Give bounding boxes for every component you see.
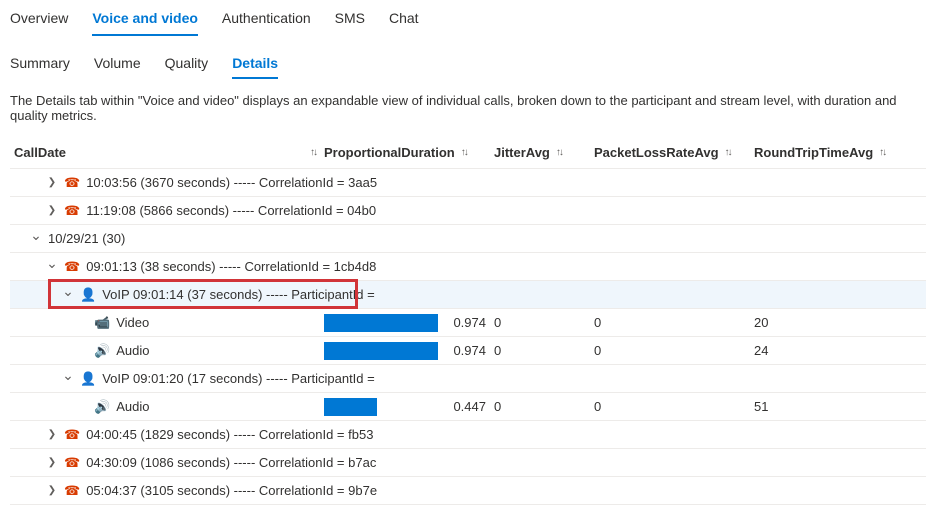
bar-fill [324, 398, 377, 416]
row-label: 04:30:09 (1086 seconds) ----- Correlatio… [86, 455, 376, 470]
row-label: Audio [116, 399, 149, 414]
bar-value: 0.447 [453, 399, 486, 414]
bar-value: 0.974 [453, 315, 486, 330]
cell-jitter: 0 [490, 311, 590, 334]
bar-fill [324, 314, 438, 332]
cell-packetloss: 0 [590, 395, 750, 418]
calls-table: CallDate ↑↓ ProportionalDuration ↑↓ Jitt… [0, 137, 936, 505]
row-label: 05:04:37 (3105 seconds) ----- Correlatio… [86, 483, 377, 498]
table-row-highlighted[interactable]: 👤 VoIP 09:01:14 (37 seconds) ----- Parti… [10, 281, 926, 309]
table-row[interactable]: 10/29/21 (30) [10, 225, 926, 253]
video-icon: 📹 [94, 315, 110, 331]
person-icon: 👤 [80, 287, 96, 303]
tab-sms[interactable]: SMS [335, 4, 365, 36]
col-rtt-label: RoundTripTimeAvg [754, 145, 873, 160]
table-row[interactable]: 📹 Video 0.974 0 0 20 [10, 309, 926, 337]
cell-rtt: 51 [750, 395, 910, 418]
table-row[interactable]: 👤 VoIP 09:01:20 (17 seconds) ----- Parti… [10, 365, 926, 393]
col-jitter-label: JitterAvg [494, 145, 550, 160]
cell-rtt: 24 [750, 339, 910, 362]
row-label: 10/29/21 (30) [48, 231, 125, 246]
audio-icon: 🔊 [94, 399, 110, 415]
cell-propduration: 0.974 [320, 338, 490, 364]
row-label: 10:03:56 (3670 seconds) ----- Correlatio… [86, 175, 377, 190]
subtab-summary[interactable]: Summary [10, 51, 70, 79]
row-label: 11:19:08 (5866 seconds) ----- Correlatio… [86, 203, 376, 218]
col-calldate[interactable]: CallDate ↑↓ [10, 143, 320, 162]
cell-propduration: 0.974 [320, 310, 490, 336]
sort-icon[interactable]: ↑↓ [879, 147, 885, 158]
phone-icon: ☎ [64, 483, 80, 499]
subtab-volume[interactable]: Volume [94, 51, 141, 79]
bar-fill [324, 342, 438, 360]
sort-icon[interactable]: ↑↓ [310, 147, 316, 158]
chevron-right-icon[interactable] [46, 205, 58, 216]
chevron-down-icon[interactable] [62, 370, 74, 387]
description-text: The Details tab within "Voice and video"… [0, 79, 936, 137]
col-propduration[interactable]: ProportionalDuration ↑↓ [320, 143, 490, 162]
tab-overview[interactable]: Overview [10, 4, 68, 36]
bar-track [324, 398, 441, 416]
cell-jitter: 0 [490, 395, 590, 418]
phone-icon: ☎ [64, 203, 80, 219]
table-row[interactable]: ☎ 10:03:56 (3670 seconds) ----- Correlat… [10, 169, 926, 197]
subtab-details[interactable]: Details [232, 51, 278, 79]
col-rtt[interactable]: RoundTripTimeAvg ↑↓ [750, 143, 910, 162]
bar-value: 0.974 [453, 343, 486, 358]
sort-icon[interactable]: ↑↓ [461, 147, 467, 158]
phone-icon: ☎ [64, 259, 80, 275]
table-row[interactable]: ☎ 05:04:37 (3105 seconds) ----- Correlat… [10, 477, 926, 505]
secondary-tabs: Summary Volume Quality Details [0, 37, 936, 79]
chevron-right-icon[interactable] [46, 429, 58, 440]
chevron-right-icon[interactable] [46, 485, 58, 496]
tab-chat[interactable]: Chat [389, 4, 419, 36]
sort-icon[interactable]: ↑↓ [556, 147, 562, 158]
bar-track [324, 314, 441, 332]
bar-track [324, 342, 441, 360]
table-row[interactable]: ☎ 04:00:45 (1829 seconds) ----- Correlat… [10, 421, 926, 449]
chevron-down-icon[interactable] [30, 230, 42, 247]
tab-authentication[interactable]: Authentication [222, 4, 311, 36]
chevron-down-icon[interactable] [62, 286, 74, 303]
row-label: 04:00:45 (1829 seconds) ----- Correlatio… [86, 427, 373, 442]
cell-packetloss: 0 [590, 339, 750, 362]
row-label: Audio [116, 343, 149, 358]
sort-icon[interactable]: ↑↓ [725, 147, 731, 158]
phone-icon: ☎ [64, 455, 80, 471]
person-icon: 👤 [80, 371, 96, 387]
tab-voice-video[interactable]: Voice and video [92, 4, 198, 36]
phone-icon: ☎ [64, 427, 80, 443]
chevron-down-icon[interactable] [46, 258, 58, 275]
table-header: CallDate ↑↓ ProportionalDuration ↑↓ Jitt… [10, 137, 926, 169]
col-propduration-label: ProportionalDuration [324, 145, 455, 160]
cell-propduration: 0.447 [320, 394, 490, 420]
phone-icon: ☎ [64, 175, 80, 191]
row-label: VoIP 09:01:14 (37 seconds) ----- Partici… [102, 287, 375, 302]
col-calldate-label: CallDate [14, 145, 66, 160]
cell-jitter: 0 [490, 339, 590, 362]
cell-packetloss: 0 [590, 311, 750, 334]
chevron-right-icon[interactable] [46, 177, 58, 188]
table-row[interactable]: ☎ 11:19:08 (5866 seconds) ----- Correlat… [10, 197, 926, 225]
row-label: Video [116, 315, 149, 330]
col-packetloss-label: PacketLossRateAvg [594, 145, 719, 160]
primary-tabs: Overview Voice and video Authentication … [0, 0, 936, 37]
cell-rtt: 20 [750, 311, 910, 334]
table-row[interactable]: 🔊 Audio 0.974 0 0 24 [10, 337, 926, 365]
row-label: VoIP 09:01:20 (17 seconds) ----- Partici… [102, 371, 375, 386]
audio-icon: 🔊 [94, 343, 110, 359]
col-jitter[interactable]: JitterAvg ↑↓ [490, 143, 590, 162]
subtab-quality[interactable]: Quality [165, 51, 209, 79]
table-row[interactable]: ☎ 04:30:09 (1086 seconds) ----- Correlat… [10, 449, 926, 477]
row-label: 09:01:13 (38 seconds) ----- CorrelationI… [86, 259, 376, 274]
col-packetloss[interactable]: PacketLossRateAvg ↑↓ [590, 143, 750, 162]
table-row[interactable]: 🔊 Audio 0.447 0 0 51 [10, 393, 926, 421]
table-row[interactable]: ☎ 09:01:13 (38 seconds) ----- Correlatio… [10, 253, 926, 281]
chevron-right-icon[interactable] [46, 457, 58, 468]
